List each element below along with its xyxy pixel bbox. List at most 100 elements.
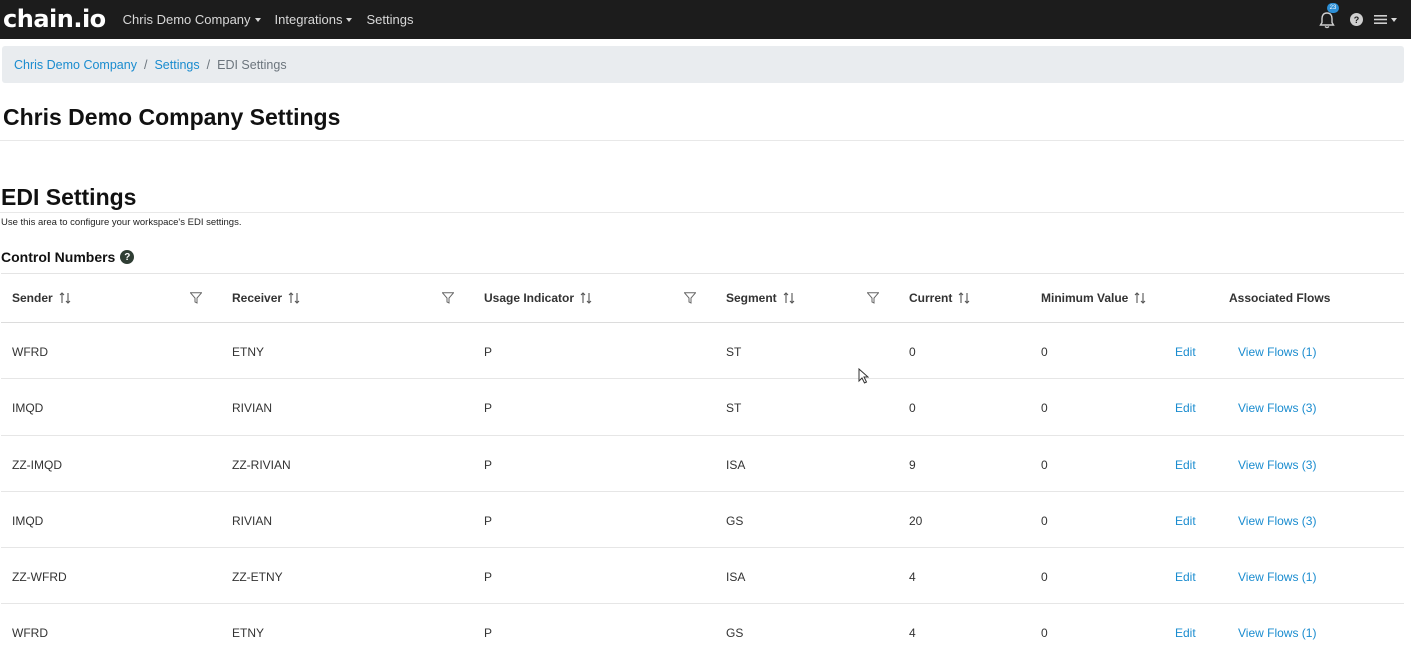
- cell-sender: ZZ-IMQD: [12, 457, 62, 472]
- cell-current: 9: [909, 457, 916, 472]
- control-numbers-title: Control Numbers: [1, 249, 116, 265]
- edit-link[interactable]: Edit: [1175, 345, 1196, 359]
- cell-sender: WFRD: [12, 626, 48, 641]
- cell-current: 0: [909, 345, 916, 359]
- cell-minimum-value: 0: [1041, 626, 1048, 641]
- cell-sender: IMQD: [12, 401, 44, 416]
- bell-icon: [1319, 11, 1335, 28]
- cell-receiver: ETNY: [232, 345, 265, 359]
- nav-settings-label: Settings: [366, 12, 414, 27]
- cell-receiver: ETNY: [232, 626, 265, 641]
- column-header-label: Usage Indicator: [484, 291, 575, 305]
- table-row: ZZ-WFRD ZZ-ETNY P ISA 4 0 Edit View Flow…: [1, 548, 1404, 605]
- help-icon[interactable]: ?: [120, 250, 135, 264]
- nav-company-dropdown[interactable]: Chris Demo Company: [123, 12, 261, 27]
- cell-current: 4: [909, 626, 916, 641]
- breadcrumb-separator: /: [143, 57, 148, 72]
- column-header-segment[interactable]: Segment: [726, 291, 795, 305]
- table-row: IMQD RIVIAN P ST 0 0 Edit View Flows (3): [1, 379, 1404, 436]
- breadcrumb-company-link[interactable]: Chris Demo Company: [14, 58, 137, 72]
- view-flows-link[interactable]: View Flows (3): [1238, 401, 1316, 415]
- table-row: WFRD ETNY P ST 0 0 Edit View Flows (1): [1, 323, 1404, 380]
- column-header-label: Receiver: [232, 291, 283, 305]
- cell-usage-indicator: P: [484, 570, 493, 585]
- edit-link[interactable]: Edit: [1175, 514, 1196, 528]
- nav-integrations-dropdown[interactable]: Integrations: [275, 12, 353, 27]
- edit-link[interactable]: Edit: [1175, 626, 1196, 640]
- cell-sender: ZZ-WFRD: [12, 570, 67, 585]
- help-icon[interactable]: ?: [1350, 13, 1363, 26]
- mouse-cursor-icon: [858, 368, 869, 384]
- table-header: Sender Receiver Usage Indicator Segment …: [1, 273, 1404, 323]
- column-header-label: Associated Flows: [1229, 291, 1331, 305]
- column-header-minimum-value[interactable]: Minimum Value: [1041, 291, 1146, 305]
- cell-usage-indicator: P: [484, 457, 493, 472]
- hamburger-icon: [1374, 15, 1387, 24]
- hamburger-menu-button[interactable]: [1374, 14, 1397, 25]
- section-description: Use this area to configure your workspac…: [1, 217, 242, 228]
- column-header-label: Current: [909, 291, 953, 305]
- cell-minimum-value: 0: [1041, 345, 1048, 359]
- cell-usage-indicator: P: [484, 513, 493, 528]
- view-flows-link[interactable]: View Flows (3): [1238, 458, 1316, 472]
- filter-icon[interactable]: [190, 292, 202, 304]
- column-header-usage-indicator[interactable]: Usage Indicator: [484, 291, 592, 305]
- table-row: ZZ-IMQD ZZ-RIVIAN P ISA 9 0 Edit View Fl…: [1, 436, 1404, 492]
- sort-icon[interactable]: [783, 292, 795, 304]
- edit-link[interactable]: Edit: [1175, 570, 1196, 584]
- column-header-sender[interactable]: Sender: [12, 291, 71, 305]
- divider: [0, 212, 1404, 213]
- nav-settings-link[interactable]: Settings: [366, 12, 413, 27]
- sort-icon[interactable]: [288, 292, 300, 304]
- chainio-logo[interactable]: chain.io: [3, 5, 106, 33]
- section-title: EDI Settings: [1, 184, 137, 210]
- view-flows-link[interactable]: View Flows (3): [1238, 514, 1316, 528]
- sort-icon[interactable]: [59, 292, 71, 304]
- filter-icon[interactable]: [684, 292, 696, 304]
- filter-icon[interactable]: [442, 292, 454, 304]
- page-title: Chris Demo Company Settings: [3, 104, 341, 130]
- nav-integrations-label: Integrations: [274, 12, 343, 27]
- sort-icon[interactable]: [1134, 292, 1146, 304]
- view-flows-link[interactable]: View Flows (1): [1238, 626, 1316, 640]
- column-header-current[interactable]: Current: [909, 291, 970, 305]
- cell-segment: ISA: [726, 570, 746, 585]
- cell-minimum-value: 0: [1041, 401, 1048, 416]
- cell-minimum-value: 0: [1041, 513, 1048, 528]
- sort-icon[interactable]: [958, 292, 970, 304]
- nav-company-label: Chris Demo Company: [122, 12, 251, 27]
- column-header-receiver[interactable]: Receiver: [232, 291, 300, 305]
- table-row: WFRD ETNY P GS 4 0 Edit View Flows (1): [1, 604, 1404, 649]
- notifications-button[interactable]: 23: [1319, 2, 1339, 29]
- cell-current: 4: [909, 570, 916, 585]
- nav-right-actions: 23 ?: [1319, 2, 1397, 29]
- cell-usage-indicator: P: [484, 626, 493, 641]
- view-flows-link[interactable]: View Flows (1): [1238, 570, 1316, 584]
- chevron-down-icon: [1391, 17, 1397, 22]
- top-navbar: chain.io Chris Demo Company Integrations…: [0, 0, 1411, 39]
- column-header-label: Minimum Value: [1041, 291, 1129, 305]
- view-flows-link[interactable]: View Flows (1): [1238, 345, 1316, 359]
- cell-receiver: ZZ-RIVIAN: [232, 457, 291, 472]
- edit-link[interactable]: Edit: [1175, 458, 1196, 472]
- control-numbers-table: Sender Receiver Usage Indicator Segment …: [1, 273, 1404, 649]
- breadcrumb-settings-link[interactable]: Settings: [154, 58, 199, 72]
- column-header-label: Segment: [726, 291, 777, 305]
- filter-icon[interactable]: [867, 292, 879, 304]
- cell-segment: GS: [726, 513, 744, 528]
- cell-usage-indicator: P: [484, 345, 493, 359]
- column-header-label: Sender: [12, 291, 53, 305]
- sort-icon[interactable]: [580, 292, 592, 304]
- cell-current: 20: [909, 513, 923, 528]
- chevron-down-icon: [254, 17, 261, 22]
- cell-receiver: ZZ-ETNY: [232, 570, 283, 585]
- breadcrumb-current: EDI Settings: [217, 57, 287, 72]
- chevron-down-icon: [346, 17, 353, 22]
- column-header-associated-flows: Associated Flows: [1229, 291, 1330, 305]
- cell-segment: ST: [726, 401, 742, 416]
- cell-sender: IMQD: [12, 513, 44, 528]
- breadcrumb-separator: /: [206, 57, 211, 72]
- control-numbers-heading: Control Numbers ?: [1, 249, 135, 265]
- edit-link[interactable]: Edit: [1175, 401, 1196, 415]
- cell-receiver: RIVIAN: [232, 513, 273, 528]
